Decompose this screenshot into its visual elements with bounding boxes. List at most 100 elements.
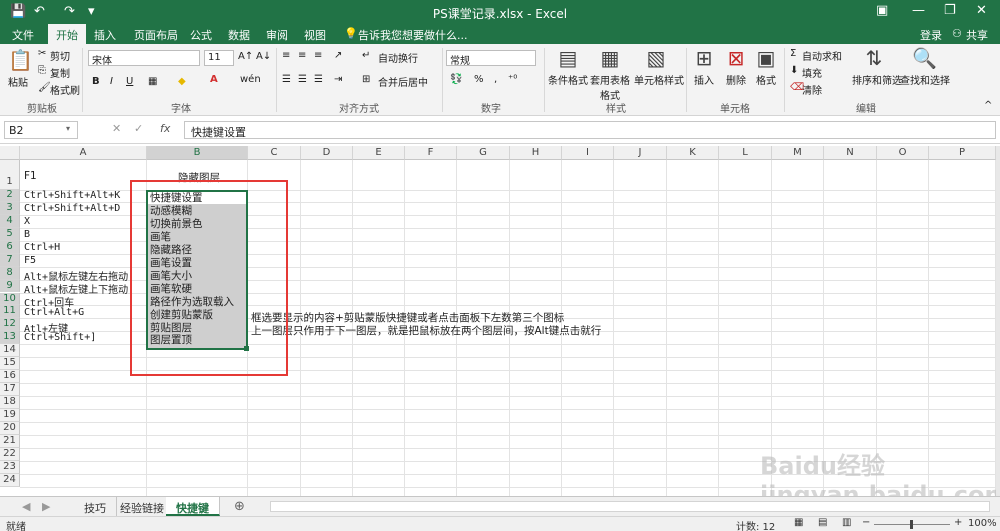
tab-file[interactable]: 文件	[12, 27, 34, 43]
cell-A7[interactable]: F5	[22, 255, 36, 266]
row-header-12[interactable]: 12	[0, 318, 20, 332]
row-header-16[interactable]: 16	[0, 370, 20, 384]
font-size-select[interactable]: 11	[204, 50, 234, 66]
wrap-text-button[interactable]: 自动换行	[378, 50, 418, 65]
format-cells-button[interactable]: 格式	[756, 72, 776, 87]
copy-icon[interactable]: ⎘	[38, 65, 46, 76]
clear-button[interactable]: 清除	[802, 82, 822, 97]
column-header-P[interactable]: P	[929, 146, 996, 160]
table-format-icon[interactable]: ▦	[596, 46, 624, 70]
column-header-F[interactable]: F	[405, 146, 457, 160]
row-header-24[interactable]: 24	[0, 473, 20, 487]
table-format-button[interactable]: 套用表格格式	[590, 72, 630, 102]
cell-A6[interactable]: Ctrl+H	[22, 242, 60, 253]
grow-font-icon[interactable]: A↑	[238, 51, 253, 62]
horizontal-scrollbar[interactable]	[270, 501, 990, 512]
page-layout-view-icon[interactable]: ▤	[818, 517, 827, 528]
row-header-9[interactable]: 9	[0, 279, 20, 293]
currency-icon[interactable]: 💱	[450, 74, 462, 85]
name-box-dropdown-icon[interactable]: ▾	[66, 124, 70, 133]
insert-function-button[interactable]: fx	[160, 122, 170, 135]
tab-view[interactable]: 视图	[304, 27, 326, 43]
zoom-in-icon[interactable]: +	[954, 517, 962, 528]
row-header-1[interactable]: 1	[0, 160, 20, 190]
cell-A4[interactable]: X	[22, 216, 30, 227]
cell-A13[interactable]: Ctrl+Shift+]	[22, 332, 96, 343]
row-header-19[interactable]: 19	[0, 409, 20, 422]
align-right-icon[interactable]: ☰	[314, 74, 323, 85]
paste-icon[interactable]: 📋	[8, 48, 33, 72]
zoom-slider-thumb[interactable]	[910, 520, 913, 529]
format-painter-button[interactable]: 格式刷	[50, 82, 80, 97]
zoom-level[interactable]: 100%	[968, 518, 997, 529]
cell-A2[interactable]: Ctrl+Shift+Alt+K	[22, 190, 120, 201]
format-cells-icon[interactable]: ▣	[754, 46, 778, 70]
page-break-view-icon[interactable]: ▥	[842, 517, 851, 528]
row-header-20[interactable]: 20	[0, 422, 20, 435]
orientation-icon[interactable]: ↗	[334, 50, 342, 61]
paste-button[interactable]: 粘贴	[8, 74, 28, 89]
column-header-N[interactable]: N	[824, 146, 877, 160]
select-all-corner[interactable]	[0, 146, 20, 160]
align-bottom-icon[interactable]: ≡	[314, 50, 322, 61]
tell-me-box[interactable]: 告诉我您想要做什么...	[358, 27, 468, 43]
find-select-button[interactable]: 查找和选择	[900, 72, 950, 87]
vertical-scrollbar[interactable]	[996, 146, 1000, 496]
cut-icon[interactable]: ✂	[38, 48, 46, 59]
align-middle-icon[interactable]: ≡	[298, 50, 306, 61]
percent-button[interactable]: %	[474, 74, 484, 85]
cell-A5[interactable]: B	[22, 229, 30, 240]
share-button[interactable]: 共享	[966, 27, 988, 43]
row-header-5[interactable]: 5	[0, 227, 20, 241]
fill-color-icon[interactable]: ◆	[178, 76, 186, 87]
row-header-17[interactable]: 17	[0, 383, 20, 397]
number-format-select[interactable]: 常规	[446, 50, 536, 67]
column-header-A[interactable]: A	[20, 146, 147, 160]
row-header-7[interactable]: 7	[0, 253, 20, 267]
cell-C12[interactable]: 上一图层只作用于下一图层，就是把鼠标放在两个图层间，按Alt键点击就行	[249, 323, 601, 338]
row-header-6[interactable]: 6	[0, 240, 20, 254]
cell-A1[interactable]: F1	[22, 170, 37, 182]
row-header-4[interactable]: 4	[0, 214, 20, 228]
merge-icon[interactable]: ⊞	[362, 74, 370, 85]
conditional-format-icon[interactable]: ▤	[554, 46, 582, 70]
column-header-G[interactable]: G	[457, 146, 510, 160]
column-header-J[interactable]: J	[614, 146, 667, 160]
row-header-2[interactable]: 2	[0, 188, 20, 202]
align-center-icon[interactable]: ☰	[298, 74, 307, 85]
maximize-button[interactable]: ❐	[944, 3, 956, 18]
copy-button[interactable]: 复制	[50, 65, 70, 80]
row-header-10[interactable]: 10	[0, 292, 20, 306]
tab-data[interactable]: 数据	[228, 27, 250, 43]
sort-filter-button[interactable]: 排序和筛选	[852, 72, 902, 87]
tab-insert[interactable]: 插入	[94, 27, 116, 43]
zoom-out-icon[interactable]: −	[862, 517, 870, 528]
column-header-O[interactable]: O	[877, 146, 929, 160]
formula-input[interactable]: 快捷键设置	[184, 121, 996, 139]
delete-cells-button[interactable]: 删除	[726, 72, 746, 87]
tab-home[interactable]: 开始	[48, 24, 86, 44]
tab-review[interactable]: 审阅	[266, 27, 288, 43]
column-header-H[interactable]: H	[510, 146, 562, 160]
prev-sheet-icon[interactable]: ◀	[22, 500, 30, 513]
cut-button[interactable]: 剪切	[50, 48, 70, 63]
cell-A3[interactable]: Ctrl+Shift+Alt+D	[22, 203, 120, 214]
merge-center-button[interactable]: 合并后居中	[378, 74, 428, 89]
next-sheet-icon[interactable]: ▶	[42, 500, 50, 513]
sort-filter-icon[interactable]: ⇅	[862, 46, 886, 70]
column-header-K[interactable]: K	[667, 146, 719, 160]
column-header-E[interactable]: E	[353, 146, 405, 160]
add-sheet-icon[interactable]: ⊕	[234, 499, 245, 514]
decimal-icon[interactable]: ⁺⁰	[508, 74, 517, 85]
insert-cells-button[interactable]: 插入	[694, 72, 714, 87]
cell-A11[interactable]: Ctrl+Alt+G	[22, 307, 84, 318]
font-name-select[interactable]: 宋体	[88, 50, 200, 67]
wrap-text-icon[interactable]: ↵	[362, 50, 370, 61]
column-header-C[interactable]: C	[248, 146, 301, 160]
conditional-format-button[interactable]: 条件格式	[548, 72, 588, 87]
row-header-3[interactable]: 3	[0, 201, 20, 215]
normal-view-icon[interactable]: ▦	[794, 517, 803, 528]
bold-button[interactable]: B	[92, 76, 100, 87]
enter-icon[interactable]: ✓	[134, 122, 143, 135]
align-left-icon[interactable]: ☰	[282, 74, 291, 85]
